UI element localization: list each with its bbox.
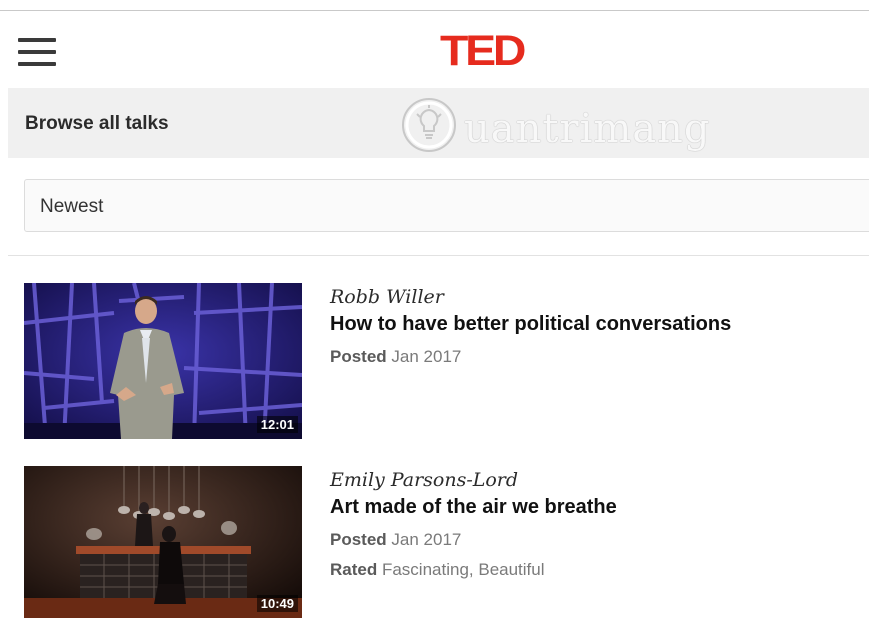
browse-bar: Browse all talks uantrimang bbox=[8, 88, 869, 158]
talk-info: Robb Willer How to have better political… bbox=[330, 283, 860, 368]
rated-value: Fascinating, Beautiful bbox=[381, 560, 545, 579]
sort-select[interactable]: Newest bbox=[24, 179, 869, 232]
talk-thumbnail[interactable]: 10:49 bbox=[24, 466, 302, 618]
talk-title[interactable]: How to have better political conversatio… bbox=[330, 311, 860, 337]
sort-selected-value: Newest bbox=[40, 196, 104, 217]
rated-meta: Rated Fascinating, Beautiful bbox=[330, 559, 860, 581]
watermark-text: uantrimang bbox=[464, 106, 711, 152]
list-divider bbox=[8, 255, 869, 256]
posted-date: Jan 2017 bbox=[391, 347, 462, 366]
browse-title: Browse all talks bbox=[25, 113, 169, 134]
talk-speaker: Robb Willer bbox=[330, 286, 444, 308]
duration-badge: 12:01 bbox=[256, 416, 298, 433]
talk-item[interactable]: 10:49 Emily Parsons-Lord Art made of the… bbox=[24, 466, 869, 618]
duration-badge: 10:49 bbox=[256, 595, 298, 612]
posted-label: Posted bbox=[330, 347, 387, 366]
talk-thumbnail[interactable]: 12:01 bbox=[24, 283, 302, 439]
posted-meta: Posted Jan 2017 bbox=[330, 346, 860, 368]
watermark-logo: uantrimang bbox=[396, 94, 716, 156]
posted-meta: Posted Jan 2017 bbox=[330, 529, 860, 551]
site-header: TED bbox=[0, 11, 869, 87]
posted-label: Posted bbox=[330, 530, 387, 549]
rated-label: Rated bbox=[330, 560, 378, 579]
ted-talks-page: TED Browse all talks uantrimang Newest 1… bbox=[0, 0, 869, 618]
talk-speaker: Emily Parsons-Lord bbox=[330, 469, 519, 491]
lightbulb-icon bbox=[402, 98, 456, 152]
talk-item[interactable]: 12:01 Robb Willer How to have better pol… bbox=[24, 283, 869, 439]
ted-logo[interactable]: TED bbox=[440, 28, 526, 74]
hamburger-menu-icon[interactable] bbox=[18, 38, 56, 66]
talk-title[interactable]: Art made of the air we breathe bbox=[330, 494, 860, 520]
posted-date: Jan 2017 bbox=[391, 530, 462, 549]
talk-info: Emily Parsons-Lord Art made of the air w… bbox=[330, 466, 860, 581]
